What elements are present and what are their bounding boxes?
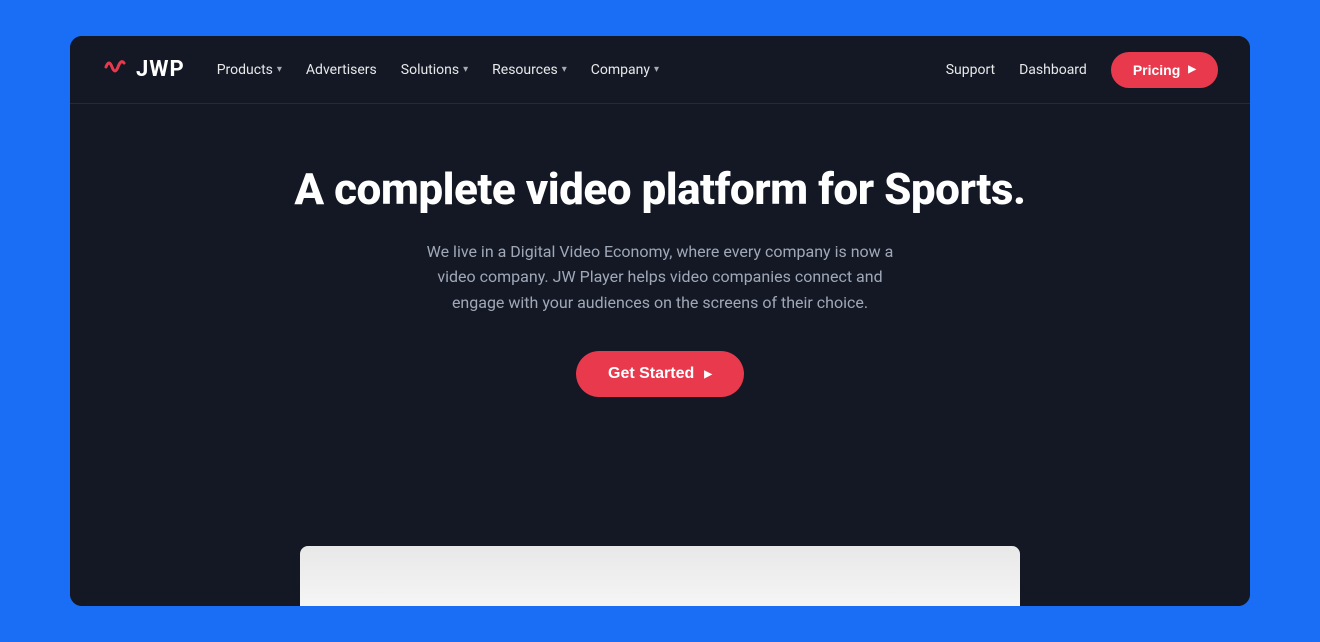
pricing-button-label: Pricing (1133, 62, 1180, 78)
navbar: JWP Products ▾ Advertisers Solutions ▾ (70, 36, 1250, 104)
chevron-down-icon: ▾ (562, 64, 567, 75)
video-preview (300, 546, 1020, 606)
logo-icon (102, 53, 130, 86)
nav-support[interactable]: Support (946, 62, 995, 78)
logo[interactable]: JWP (102, 53, 185, 86)
navbar-right: Support Dashboard Pricing ▶ (946, 52, 1218, 88)
nav-resources[interactable]: Resources ▾ (492, 62, 567, 78)
pricing-button[interactable]: Pricing ▶ (1111, 52, 1218, 88)
nav-advertisers-label: Advertisers (306, 62, 377, 78)
chevron-down-icon: ▾ (277, 64, 282, 75)
hero-subtitle: We live in a Digital Video Economy, wher… (420, 239, 900, 316)
page-wrapper: JWP Products ▾ Advertisers Solutions ▾ (0, 0, 1320, 642)
nav-solutions[interactable]: Solutions ▾ (401, 62, 468, 78)
nav-products-label: Products (217, 62, 273, 78)
play-icon: ▶ (1188, 64, 1196, 75)
play-icon: ▶ (704, 369, 712, 380)
navbar-left: JWP Products ▾ Advertisers Solutions ▾ (102, 53, 659, 86)
nav-dashboard[interactable]: Dashboard (1019, 62, 1087, 78)
chevron-down-icon: ▾ (654, 64, 659, 75)
nav-company[interactable]: Company ▾ (591, 62, 659, 78)
hero-title: A complete video platform for Sports. (294, 164, 1025, 215)
hero-section: A complete video platform for Sports. We… (70, 104, 1250, 606)
nav-advertisers[interactable]: Advertisers (306, 62, 377, 78)
nav-products[interactable]: Products ▾ (217, 62, 282, 78)
nav-resources-label: Resources (492, 62, 558, 78)
get-started-button[interactable]: Get Started ▶ (576, 351, 744, 397)
nav-company-label: Company (591, 62, 650, 78)
browser-window: JWP Products ▾ Advertisers Solutions ▾ (70, 36, 1250, 606)
logo-text: JWP (136, 57, 185, 82)
chevron-down-icon: ▾ (463, 64, 468, 75)
nav-links: Products ▾ Advertisers Solutions ▾ Resou… (217, 62, 659, 78)
get-started-label: Get Started (608, 365, 694, 383)
nav-solutions-label: Solutions (401, 62, 459, 78)
